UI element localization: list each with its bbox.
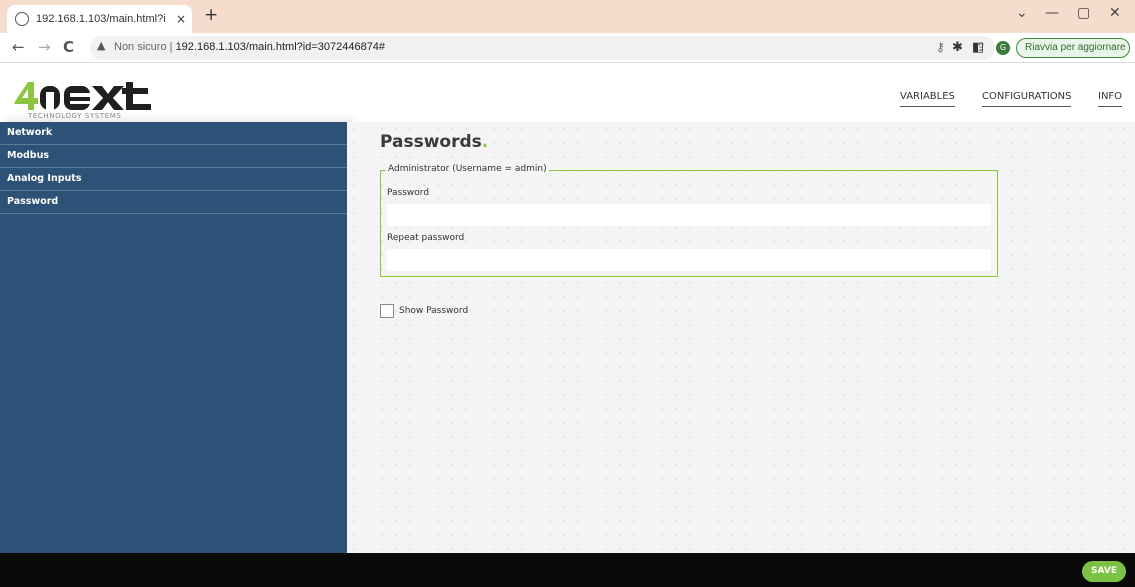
tab-search-icon[interactable]: ⌄ (1016, 5, 1028, 21)
show-password-label: Show Password (399, 306, 469, 316)
forward-button[interactable]: → (38, 38, 51, 56)
page-title-text: Passwords (380, 132, 482, 152)
minimize-button[interactable]: — (1045, 5, 1059, 21)
address-bar[interactable]: ▲ Non sicuro | 192.168.1.103/main.html?i… (90, 36, 995, 60)
back-button[interactable]: ← (12, 38, 25, 56)
extensions-icon[interactable]: ✱ (952, 40, 963, 55)
browser-tabstrip: 192.168.1.103/main.html?id=307 × + ⌄ — ▢… (0, 0, 1135, 33)
close-window-button[interactable]: ✕ (1109, 5, 1121, 21)
sidebar-item-network[interactable]: Network (0, 122, 347, 145)
new-tab-button[interactable]: + (204, 5, 218, 25)
key-icon[interactable]: ⚷ (936, 40, 945, 54)
sidebar: Network Modbus Analog Inputs Password (0, 122, 347, 553)
logo: TECHNOLOGY SYSTEMS (14, 82, 151, 120)
url-text: 192.168.1.103/main.html?id=3072446874# (175, 41, 386, 53)
fieldset-legend: Administrator (Username = admin) (386, 164, 549, 174)
repeat-password-input[interactable] (387, 249, 991, 271)
warning-icon: ▲ (97, 39, 106, 52)
tab-title: 192.168.1.103/main.html?id=307 (36, 13, 166, 25)
security-label: Non sicuro (114, 41, 167, 53)
maximize-button[interactable]: ▢ (1077, 5, 1090, 21)
repeat-password-label: Repeat password (387, 233, 465, 243)
reload-button[interactable]: C (63, 38, 74, 56)
show-password-checkbox[interactable] (380, 304, 394, 318)
globe-icon (15, 12, 29, 26)
sidepanel-icon[interactable]: ◧ (972, 40, 984, 55)
sidebar-item-password[interactable]: Password (0, 191, 347, 214)
profile-avatar[interactable]: G (996, 41, 1010, 55)
tab-close-icon[interactable]: × (176, 12, 186, 26)
logo-subtitle: TECHNOLOGY SYSTEMS (27, 112, 121, 120)
password-label: Password (387, 188, 430, 198)
browser-toolbar: ← → C ▲ Non sicuro | 192.168.1.103/main.… (0, 33, 1135, 63)
nav-info[interactable]: INFO (1098, 91, 1123, 107)
page-title: Passwords. (380, 132, 488, 152)
password-input[interactable] (387, 204, 991, 226)
address-separator: | (169, 41, 173, 53)
update-button[interactable]: Riavvia per aggiornare (1016, 38, 1130, 58)
sidebar-item-analog-inputs[interactable]: Analog Inputs (0, 168, 347, 191)
main-content: Passwords. Administrator (Username = adm… (347, 122, 1135, 553)
nav-configurations[interactable]: CONFIGURATIONS (982, 91, 1072, 107)
nav-variables[interactable]: VARIABLES (900, 91, 955, 107)
show-password-toggle[interactable]: Show Password (380, 304, 468, 318)
sidebar-item-modbus[interactable]: Modbus (0, 145, 347, 168)
administrator-fieldset: Administrator (Username = admin) Passwor… (380, 164, 998, 277)
browser-tab[interactable]: 192.168.1.103/main.html?id=307 × (7, 5, 192, 33)
page-title-dot: . (481, 132, 489, 152)
footer-bar: SAVE (0, 553, 1135, 587)
app-header: TECHNOLOGY SYSTEMS (0, 63, 1135, 122)
address-text: Non sicuro | 192.168.1.103/main.html?id=… (114, 41, 385, 53)
save-button[interactable]: SAVE (1082, 561, 1126, 582)
